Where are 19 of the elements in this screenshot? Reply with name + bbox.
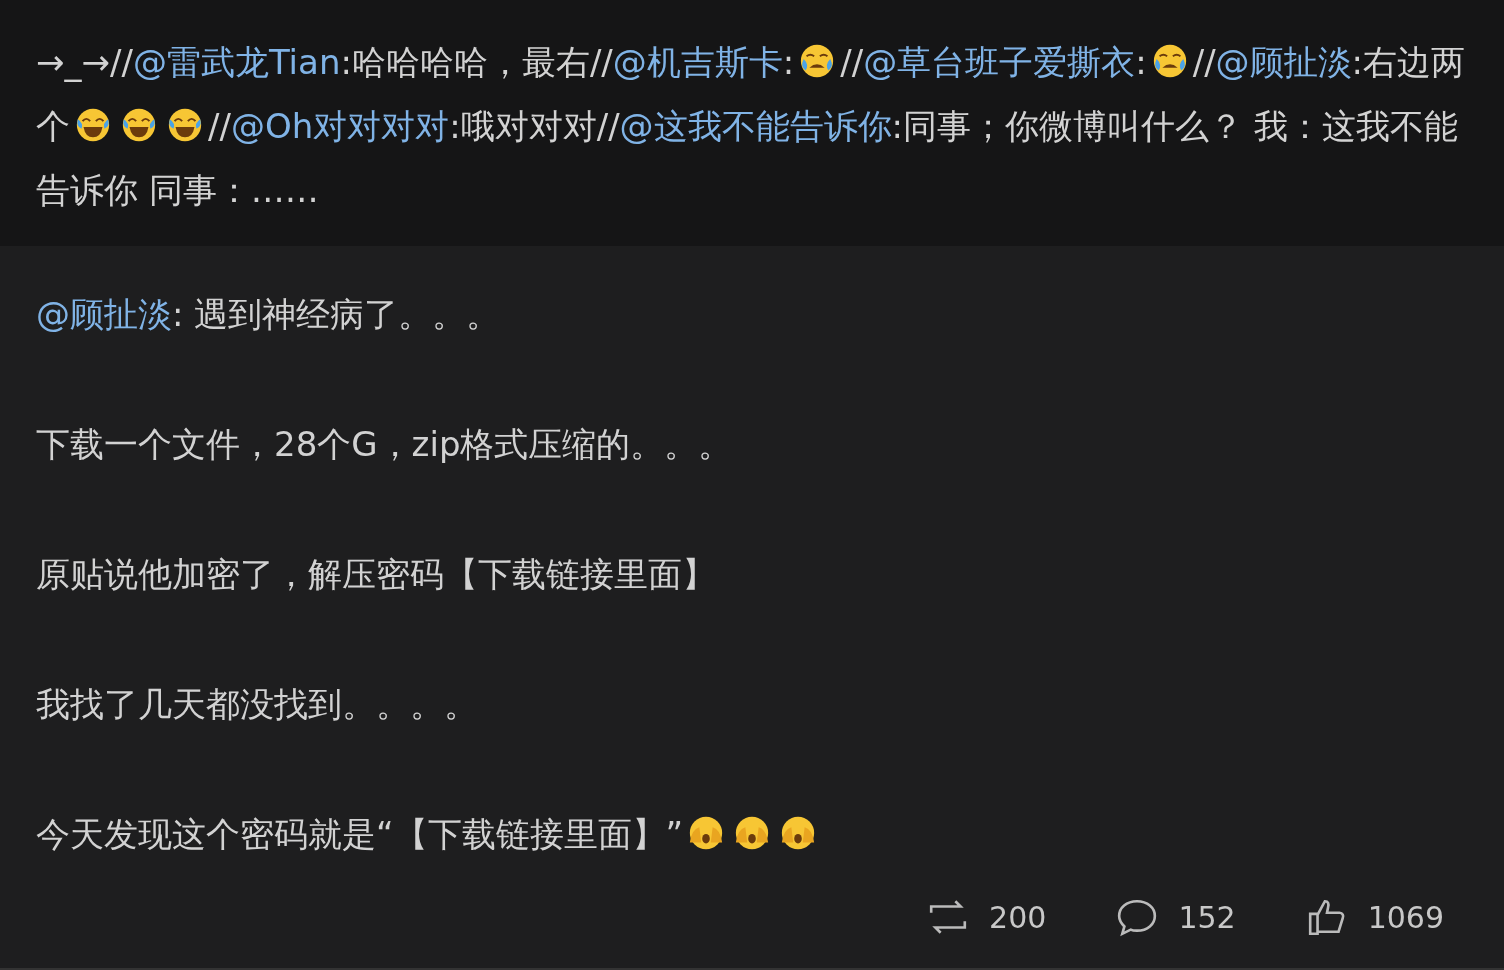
mention-link[interactable]: @顾扯淡 [36,294,172,334]
repost-button[interactable]: 200 [927,896,1047,938]
mention-link[interactable]: @草台班子爱撕衣 [863,42,1136,82]
mention-link[interactable]: @雷武龙Tian [132,42,341,82]
post-paragraph: 原贴说他加密了，解压密码【下载链接里面】 [36,553,717,596]
post-paragraph: 我找了几天都没找到。。。。 [36,683,479,726]
mention-link[interactable]: @Oh对对对对 [230,106,450,146]
post-paragraph: 今天发现这个密码就是“【下载链接里面】” [36,802,1468,866]
post-paragraph: 下载一个文件，28个G，zip格式压缩的。。。 [36,423,734,466]
laughing-face-icon [120,106,158,144]
mention-link[interactable]: @机吉斯卡 [612,42,783,82]
mention-link[interactable]: @顾扯淡 [1215,42,1352,82]
post-paragraph: @顾扯淡: 遇到神经病了。。。 [36,293,502,336]
mention-link[interactable]: @这我不能告诉你 [619,106,892,146]
repost-text: →_→//@雷武龙Tian:哈哈哈哈，最右//@机吉斯卡: //@草台班子爱撕衣: //@顾扯淡:右边两个 //@Oh对对对对:哦对对对//@这我不能告诉你:同事；你微博叫什么？ 我：这我不能告诉你 同事：…… [36,41,1467,212]
laughing-face-icon [74,106,112,144]
like-button[interactable]: 1069 [1305,896,1444,938]
comment-button[interactable]: 152 [1116,896,1236,938]
laughing-face-icon [166,106,204,144]
